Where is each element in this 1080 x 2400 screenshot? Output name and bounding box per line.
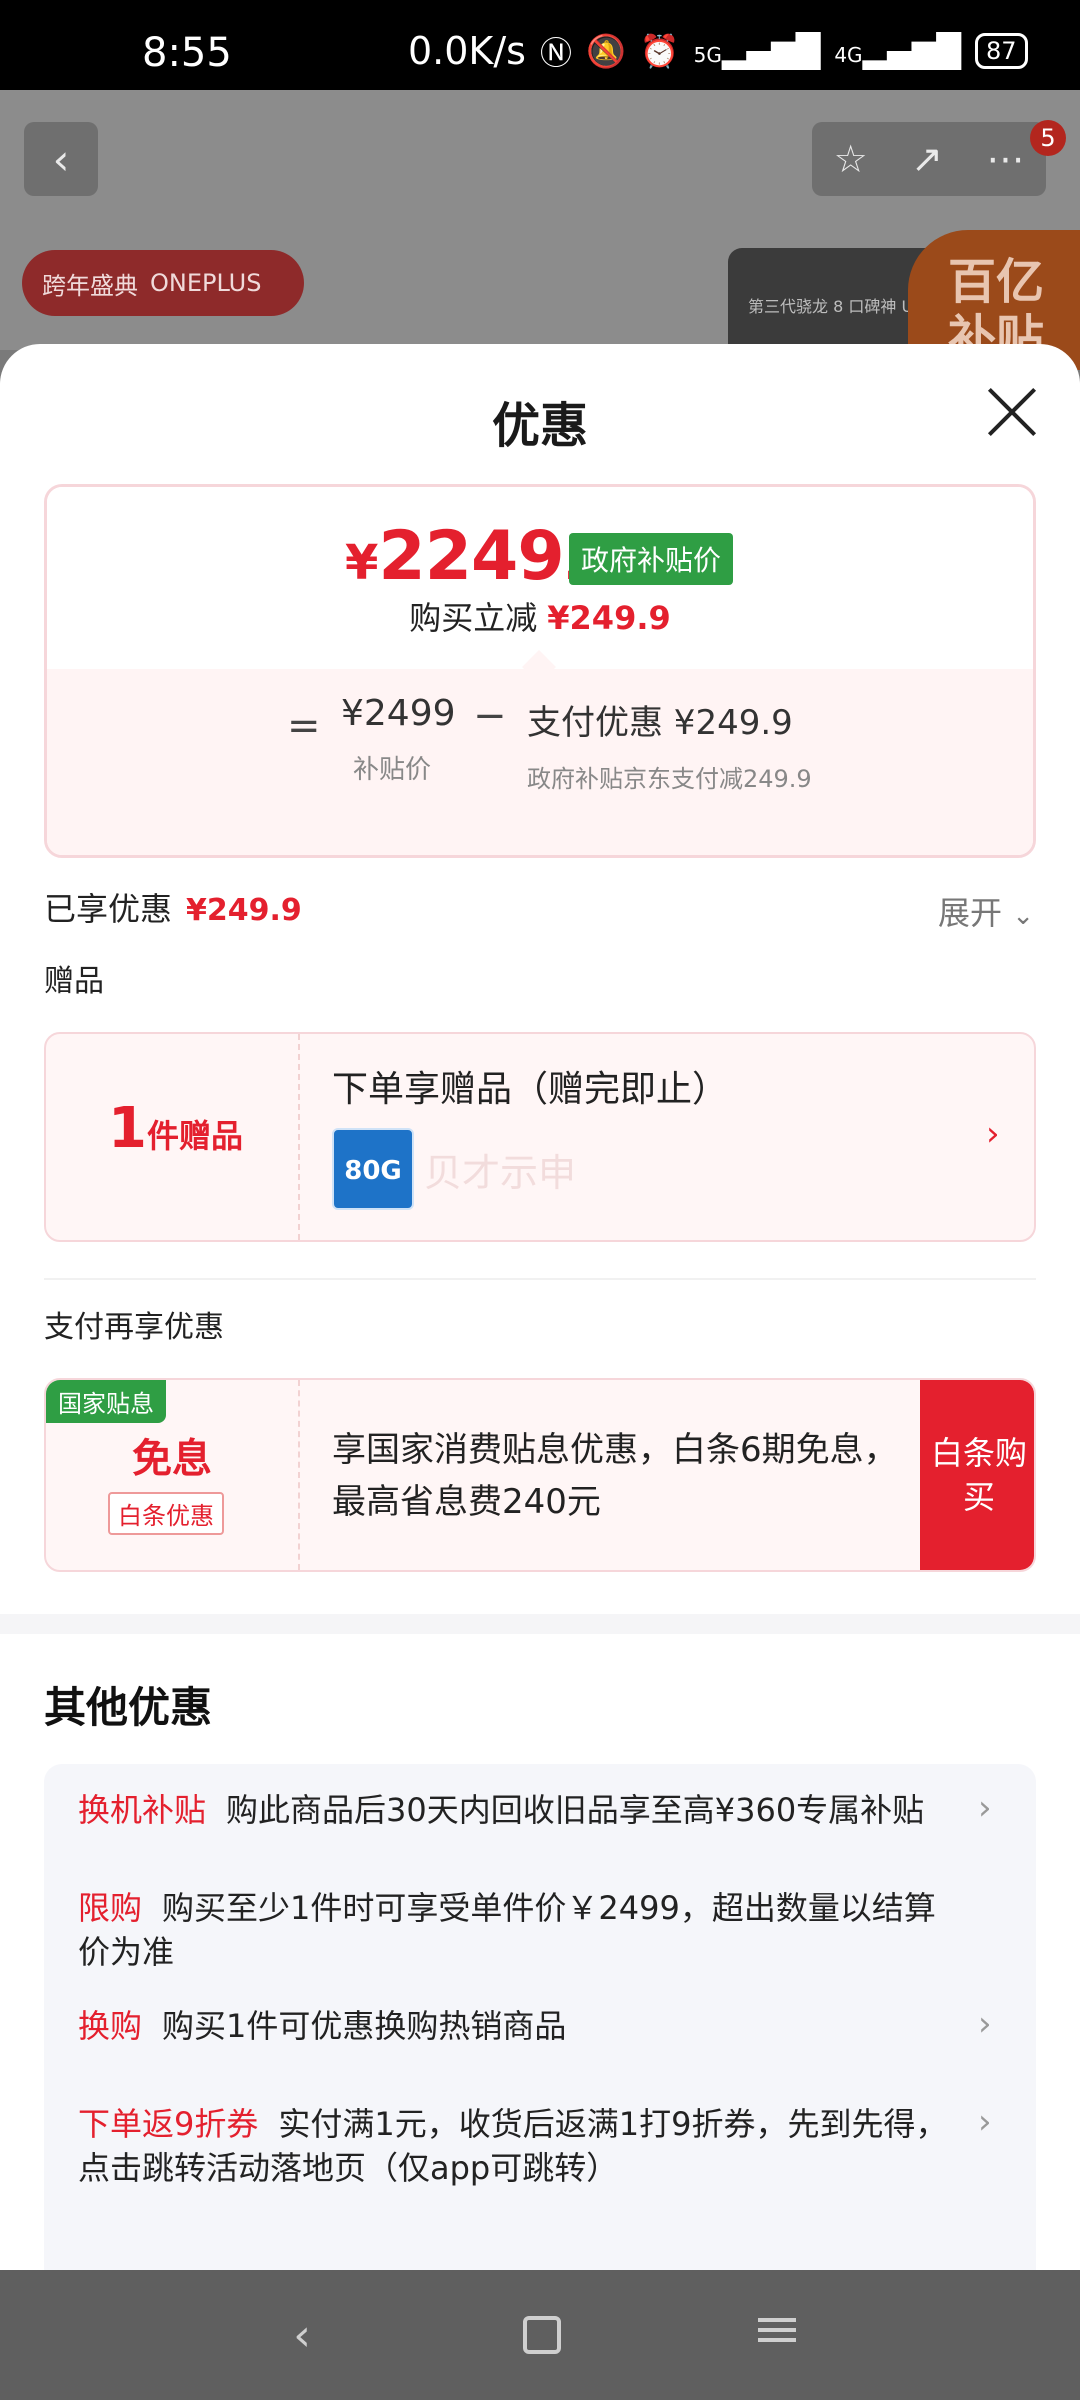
battery-icon: 87 <box>975 33 1028 69</box>
gift-section-label: 赠品 <box>44 964 104 999</box>
gift-thumbnail: 80G <box>332 1128 414 1210</box>
pay-discount-desc: 政府补贴京东支付减249.9 <box>527 765 812 793</box>
other-offers-title: 其他优惠 <box>44 1683 213 1732</box>
pay-offer-card: 国家贴息 免息 白条优惠 享国家消费贴息优惠，白条6期免息，最高省息费240元 … <box>44 1378 1036 1572</box>
nav-home-icon[interactable] <box>523 2316 561 2354</box>
more-icon[interactable]: ⋯ <box>986 137 1024 181</box>
signal-4g-icon: 4G▂▄▆█ <box>834 32 961 70</box>
pay-discount: 支付优惠 ¥249.9 <box>527 703 793 743</box>
enjoyed-discount: 已享优惠 ¥249.9 <box>44 890 302 928</box>
status-time: 8:55 <box>142 30 232 76</box>
gift-watermark: 贝才示申 <box>424 1151 577 1195</box>
offer-trade-in[interactable]: 换机补贴 购此商品后30天内回收旧品享至高¥360专属补贴 <box>78 1788 958 1832</box>
gift-card[interactable]: 1件赠品 下单享赠品（赠完即止） 80G 贝才示申 › <box>44 1032 1036 1242</box>
nfc-icon: Ⓝ <box>539 34 572 72</box>
background-page: ‹ ☆ ↗ ⋯ 5 跨年盛典 ONEPLUS 第三代骁龙 8 口碑神 U 再进化… <box>0 90 1080 370</box>
status-bar: 8:55 0.0K/s Ⓝ 🔕 ⏰ 5G▂▄▆█ 4G▂▄▆█ 87 <box>0 0 1080 90</box>
brand-logo: ONEPLUS <box>150 269 262 297</box>
sheet-title: 优惠 <box>491 398 588 454</box>
favorite-star-icon[interactable]: ☆ <box>834 137 868 181</box>
banner-text: 跨年盛典 <box>42 271 138 300</box>
back-button[interactable]: ‹ <box>24 122 98 196</box>
base-price-label: 补贴价 <box>353 755 432 785</box>
gov-subsidy-tag: 政府补贴价 <box>569 533 734 585</box>
pay-section-label: 支付再享优惠 <box>44 1310 224 1345</box>
share-icon[interactable]: ↗ <box>911 137 943 181</box>
status-icons: 0.0K/s Ⓝ 🔕 ⏰ 5G▂▄▆█ 4G▂▄▆█ 87 <box>408 28 1028 74</box>
close-icon[interactable] <box>984 384 1040 440</box>
back-arrow-icon: ‹ <box>52 134 70 184</box>
offer-coupon-return[interactable]: 下单返9折券 实付满1元，收货后返满1打9折券，先到先得，点击跳转活动落地页（仅a… <box>78 2102 958 2190</box>
chevron-right-icon: › <box>978 1788 992 1828</box>
nav-back-icon[interactable]: ‹ <box>272 2310 332 2361</box>
gift-count: 1件赠品 <box>108 1096 243 1161</box>
discount-sheet: 优惠 ¥2249.1 政府补贴价 购买立减¥249.9 = ¥2499 补贴价 … <box>0 344 1080 2270</box>
system-nav-bar: ‹ <box>0 2270 1080 2400</box>
base-price: ¥2499 <box>341 693 456 734</box>
minus-sign: − <box>473 693 507 739</box>
price-card: ¥2249.1 政府补贴价 购买立减¥249.9 = ¥2499 补贴价 − 支… <box>44 484 1036 858</box>
chevron-right-icon: › <box>978 2004 992 2044</box>
offer-purchase-limit: 限购 购买至少1件时可享受单件价￥2499，超出数量以结算价为准 <box>78 1889 936 1971</box>
mute-icon: 🔕 <box>585 32 626 70</box>
offer-exchange-buy[interactable]: 换购 购买1件可优惠换购热销商品 <box>78 2004 958 2048</box>
chevron-down-icon: ⌄ <box>1012 901 1034 931</box>
alarm-icon: ⏰ <box>639 32 680 70</box>
chevron-right-icon: › <box>978 2102 992 2142</box>
direct-discount: 购买立减 ¥249.9 <box>409 599 671 637</box>
notification-badge: 5 <box>1030 120 1066 156</box>
chevron-right-icon: › <box>986 1114 1000 1154</box>
network-speed: 0.0K/s <box>408 29 526 73</box>
free-interest-label: 免息 <box>132 1436 212 1482</box>
page-actions: ☆ ↗ ⋯ <box>812 122 1046 196</box>
signal-5g-icon: 5G▂▄▆█ <box>693 32 821 70</box>
pay-offer-text: 享国家消费贴息优惠，白条6期免息，最高省息费240元 <box>332 1430 898 1522</box>
other-offers-panel: 换机补贴 购此商品后30天内回收旧品享至高¥360专属补贴 › 限购 购买至少1件时… <box>44 1764 1036 2270</box>
baitiao-tag: 白条优惠 <box>108 1492 224 1535</box>
expand-button[interactable]: 展开 ⌄ <box>938 888 1034 934</box>
equals-sign: = <box>287 703 321 749</box>
nav-menu-icon[interactable] <box>758 2312 796 2348</box>
national-subsidy-tag: 国家贴息 <box>46 1380 166 1423</box>
gift-title: 下单享赠品（赠完即止） <box>332 1069 729 1110</box>
baitiao-buy-button[interactable]: 白条购买 <box>920 1380 1034 1570</box>
event-banner: 跨年盛典 ONEPLUS <box>22 250 304 316</box>
